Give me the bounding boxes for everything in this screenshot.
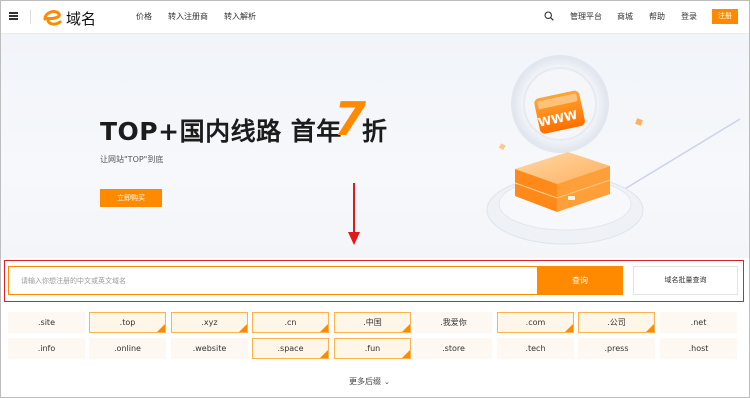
suffix-label: .net	[690, 318, 707, 327]
main-nav: 价格 转入注册商 转入解析	[136, 11, 256, 22]
suffix-label: .fun	[364, 344, 381, 353]
chevron-down-icon: ⌄	[384, 378, 390, 386]
annotation-arrow-head	[348, 232, 360, 245]
suffix-tech[interactable]: .tech	[497, 338, 574, 359]
promo-banner: TOP+国内线路 首年 7 折 让网站"TOP"到底 立即购买 WWW	[0, 34, 750, 258]
suffix-online[interactable]: .online	[89, 338, 166, 359]
nav-item-transfer-registrar[interactable]: 转入注册商	[168, 11, 208, 22]
search-icon[interactable]	[544, 11, 554, 21]
suffix-label: .中国	[363, 318, 382, 327]
suffix-press[interactable]: .press	[578, 338, 655, 359]
suffix-label: .space	[277, 344, 304, 353]
suffix-label: .公司	[607, 318, 626, 327]
suffix-label: .xyz	[201, 318, 218, 327]
suffix-site[interactable]: .site	[8, 312, 85, 333]
logo-divider	[30, 10, 31, 24]
nav-item-help[interactable]: 帮助	[649, 11, 665, 22]
nav-item-mall[interactable]: 商城	[617, 11, 633, 22]
hero-title-text: TOP+国内线路 首年	[100, 117, 342, 146]
domain-search-input[interactable]	[8, 266, 538, 295]
hot-corner-tag	[239, 324, 247, 332]
suffix-label: .tech	[525, 344, 546, 353]
register-button[interactable]: 注册	[712, 9, 738, 24]
suffix-label: .website	[192, 344, 227, 353]
suffix-label: .info	[37, 344, 56, 353]
suffix-store[interactable]: .store	[415, 338, 492, 359]
top-header: 域名 价格 转入注册商 转入解析 管理平台 商城 帮助 登录 注册	[0, 0, 750, 34]
suffix-net[interactable]: .net	[660, 312, 737, 333]
batch-search-button[interactable]: 域名批量查询	[633, 266, 738, 295]
suffix-label: .com	[525, 318, 546, 327]
hot-corner-tag	[320, 324, 328, 332]
more-suffixes-label: 更多后缀	[349, 377, 381, 386]
nav-item-transfer-dns[interactable]: 转入解析	[224, 11, 256, 22]
suffix-space[interactable]: .space	[252, 338, 329, 359]
suffix-zhongguo[interactable]: .中国	[334, 312, 411, 333]
hot-corner-tag	[565, 324, 573, 332]
suffix-com[interactable]: .com	[497, 312, 574, 333]
hot-corner-tag	[402, 350, 410, 358]
search-button[interactable]: 查询	[537, 266, 623, 295]
suffix-cn[interactable]: .cn	[252, 312, 329, 333]
suffix-info[interactable]: .info	[8, 338, 85, 359]
suffix-label: .host	[688, 344, 709, 353]
suffix-website[interactable]: .website	[171, 338, 248, 359]
nav-item-price[interactable]: 价格	[136, 11, 152, 22]
hamburger-menu-icon[interactable]	[9, 12, 18, 20]
suffix-label: .site	[38, 318, 55, 327]
suffix-label: .online	[114, 344, 141, 353]
hero-title: TOP+国内线路 首年 7 折	[100, 92, 387, 148]
nav-item-console[interactable]: 管理平台	[570, 11, 602, 22]
annotation-arrow-shaft	[353, 183, 355, 233]
suffix-xyz[interactable]: .xyz	[171, 312, 248, 333]
nav-item-login[interactable]: 登录	[681, 11, 697, 22]
hot-corner-tag	[157, 324, 165, 332]
more-suffixes-link[interactable]: 更多后缀 ⌄	[349, 376, 390, 387]
suffix-label: .我爱你	[440, 318, 467, 327]
e-logo-icon[interactable]	[42, 6, 64, 28]
suffix-label: .store	[442, 344, 465, 353]
logo-text[interactable]: 域名	[66, 8, 96, 29]
suffix-label: .cn	[284, 318, 297, 327]
suffix-gongsi[interactable]: .公司	[578, 312, 655, 333]
suffix-fun[interactable]: .fun	[334, 338, 411, 359]
hero-title-suffix: 折	[362, 117, 388, 146]
hot-corner-tag	[320, 350, 328, 358]
hot-corner-tag	[402, 324, 410, 332]
suffix-label: .press	[604, 344, 629, 353]
suffix-top[interactable]: .top	[89, 312, 166, 333]
suffix-host[interactable]: .host	[660, 338, 737, 359]
www-server-illustration: WWW	[486, 55, 741, 245]
buy-now-button[interactable]: 立即购买	[100, 189, 162, 207]
hot-corner-tag	[646, 324, 654, 332]
hero-subtitle: 让网站"TOP"到底	[100, 155, 164, 164]
suffix-label: .top	[119, 318, 136, 327]
suffix-woaini[interactable]: .我爱你	[415, 312, 492, 333]
